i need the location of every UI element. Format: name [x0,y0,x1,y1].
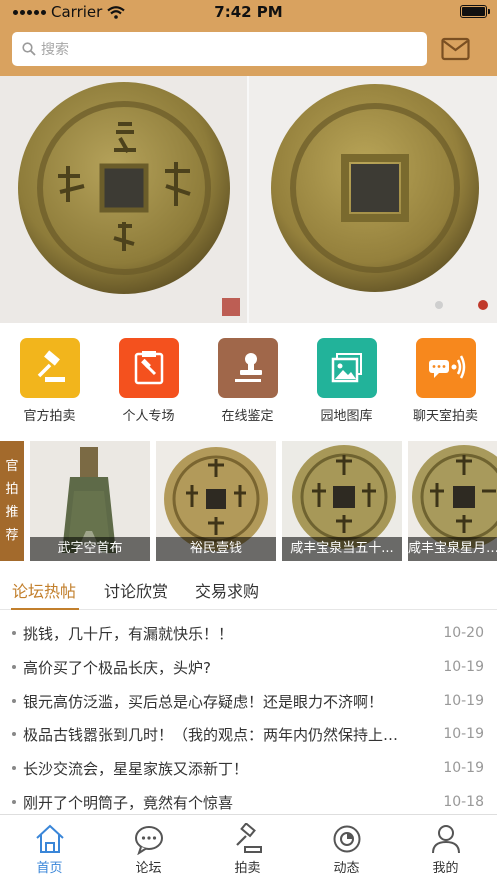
category-label: 聊天室拍卖 [412,409,478,424]
nav-label: 我的 [432,861,459,876]
coin-reverse-image [249,76,497,323]
category-gallery[interactable]: 园地图库 [297,338,396,424]
tab-forum-hot[interactable]: 论坛热帖 [12,578,76,602]
post-title: 刚开了个明筒子，竟然有个惊喜 [23,794,234,812]
category-chatroom-auction[interactable]: 聊天室拍卖 [396,338,495,424]
recommend-item[interactable]: 武字空首布 [30,441,150,561]
forum-icon [134,826,163,855]
nav-auction[interactable]: 拍卖 [198,823,297,876]
post-title: 极品古钱嚣张到几时！（我的观点：两年内仍然保持上… [23,726,399,744]
recommend-item[interactable]: 咸丰宝泉当五十... [282,441,402,561]
coin-obverse-image [0,76,248,323]
nav-profile[interactable]: 我的 [396,823,495,876]
nav-home[interactable]: 首页 [0,823,99,876]
post-title: 长沙交流会，星星家族又添新丁！ [23,760,249,778]
nav-label: 动态 [333,861,360,876]
recommend-caption: 咸丰宝泉星月… [408,537,497,561]
battery-icon [460,5,490,18]
post-date: 10-19 [443,760,484,776]
recommend-caption: 武字空首布 [30,537,150,561]
recommend-item[interactable]: 咸丰宝泉星月… [408,441,497,561]
category-label: 在线鉴定 [221,409,274,424]
category-label: 园地图库 [320,409,373,424]
tab-trade[interactable]: 交易求购 [195,578,259,602]
active-tab-indicator [11,608,79,610]
status-time: 7:42 PM [214,3,283,21]
list-item[interactable]: 极品古钱嚣张到几时！（我的观点：两年内仍然保持上… 10-19 [0,717,497,750]
search-icon [22,42,36,56]
nav-feed[interactable]: 动态 [297,823,396,876]
post-title: 银元高仿泛滥，买后总是心存疑虑！还是眼力不济啊！ [23,693,384,711]
feed-icon [333,825,360,853]
list-item[interactable]: 高价买了个极品长庆，头炉? 10-19 [0,650,497,683]
auction-icon [235,823,262,853]
nav-label: 首页 [36,861,63,876]
banner-carousel[interactable] [0,76,497,323]
forum-tabs: 论坛热帖 讨论欣赏 交易求购 [0,572,497,610]
mail-icon[interactable] [441,37,470,61]
post-date: 10-19 [443,726,484,742]
category-grid: 官方拍卖 个人专场 在线鉴定 园地图库 聊天室拍卖 [0,338,497,428]
post-title: 挑钱，几十斤，有漏就快乐！！ [23,625,234,643]
app-header: Carrier 7:42 PM 搜索 [0,0,497,76]
search-placeholder: 搜索 [41,42,69,58]
home-icon [35,824,64,853]
list-item[interactable]: 挑钱，几十斤，有漏就快乐！！ 10-20 [0,616,497,649]
search-input[interactable]: 搜索 [12,32,427,66]
post-date: 10-20 [443,625,484,641]
category-official-auction[interactable]: 官方拍卖 [0,338,99,424]
category-label: 个人专场 [122,409,175,424]
nav-label: 拍卖 [234,861,261,876]
auction-board-icon [118,338,179,398]
category-online-appraisal[interactable]: 在线鉴定 [198,338,297,424]
post-date: 10-19 [443,693,484,709]
recommend-item[interactable]: 裕民壹钱 [156,441,276,561]
official-recommend-strip: 官 拍 推 荐 武字空首布 裕民壹钱 咸丰宝泉当五十... 咸丰宝泉星月… [0,441,497,562]
recommend-caption: 裕民壹钱 [156,537,276,561]
category-label: 官方拍卖 [23,409,76,424]
status-bar: Carrier 7:42 PM [0,0,497,24]
post-title: 高价买了个极品长庆，头炉? [23,659,211,677]
nav-label: 论坛 [135,861,162,876]
gallery-icon [316,338,377,398]
profile-icon [431,825,460,854]
bottom-nav: 首页 论坛 拍卖 动态 我的 [0,814,497,883]
recommend-caption: 咸丰宝泉当五十... [282,537,402,561]
list-item[interactable]: 银元高仿泛滥，买后总是心存疑虑！还是眼力不济啊！ 10-19 [0,684,497,717]
tab-discussion[interactable]: 讨论欣赏 [104,578,168,602]
category-personal-session[interactable]: 个人专场 [99,338,198,424]
post-date: 10-18 [443,794,484,810]
stamp-icon [217,338,278,398]
nav-forum[interactable]: 论坛 [99,823,198,876]
gavel-icon [19,338,80,398]
chat-bid-icon [415,338,476,398]
recommend-tag: 官 拍 推 荐 [0,441,24,561]
post-date: 10-19 [443,659,484,675]
list-item[interactable]: 长沙交流会，星星家族又添新丁！ 10-19 [0,751,497,784]
